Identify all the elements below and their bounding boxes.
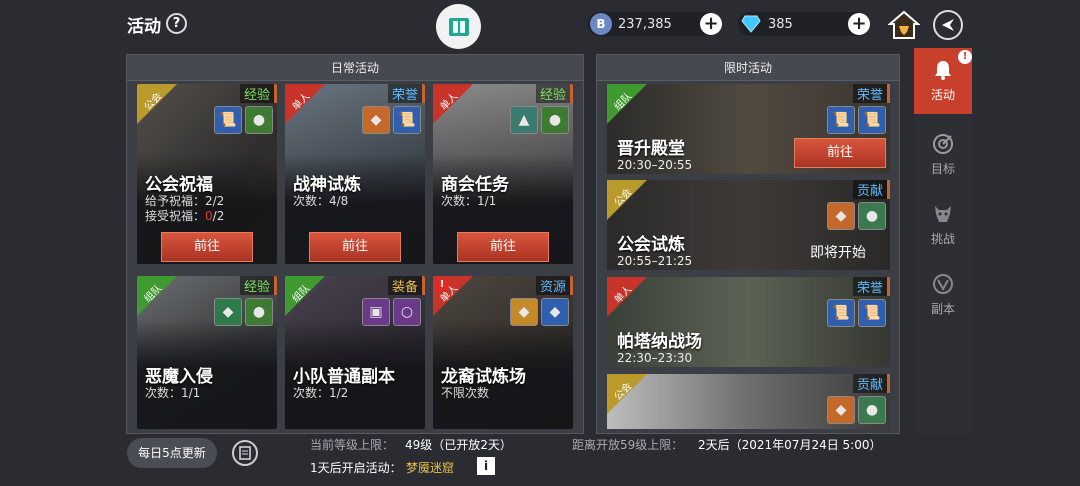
- reward-type: 装备: [387, 276, 425, 295]
- reward-type: 贡献: [852, 374, 890, 393]
- scroll-icon: 📜: [858, 106, 886, 134]
- silver-amount: 237,385: [618, 16, 672, 32]
- gold-ore-icon: ◆: [510, 298, 538, 326]
- back-arrow-icon[interactable]: [933, 10, 963, 40]
- reward-type: 经验: [535, 84, 573, 103]
- reward-type: 经验: [239, 84, 277, 103]
- go-button[interactable]: 前往: [794, 138, 886, 168]
- reward-type: 贡献: [852, 180, 890, 199]
- bell-icon: [931, 58, 955, 82]
- limited-panel-title: 限时活动: [597, 55, 899, 81]
- potion-icon: ●: [858, 396, 886, 424]
- activity-card-dragon-trial[interactable]: 单人 ! 资源 ◆ ◆ 龙裔试炼场 不限次数: [433, 276, 573, 429]
- activity-card-war-god-trial[interactable]: 单人 荣誉 ◆ 📜 战神试炼 次数：4/8 前往: [285, 84, 425, 264]
- scroll-icon: 📜: [393, 106, 421, 134]
- activity-time: 20:55–21:25: [617, 254, 693, 268]
- reward-type: 经验: [239, 276, 277, 295]
- upcoming-activity: 梦魇迷窟: [406, 461, 455, 475]
- side-nav: 活动 ! 目标 挑战 副本: [914, 48, 972, 434]
- limited-card-promotion-hall[interactable]: 组队 荣誉 📜 📜 晋升殿堂 20:30–20:55 前往: [607, 84, 890, 174]
- activity-card-squad-dungeon[interactable]: 组队 装备 ▣ ○ 小队普通副本 次数：1/2: [285, 276, 425, 429]
- next-cap-label: 距离开放59级上限：: [572, 438, 684, 452]
- scroll-icon: 📜: [827, 106, 855, 134]
- daily-activities-panel: 日常活动 公会 经验 📜 ● 公会祝福 给予祝福：2/2 接受祝福：0/2 前往…: [126, 54, 584, 434]
- book-icon[interactable]: [436, 4, 481, 49]
- reward-type: 荣誉: [852, 277, 890, 296]
- page-title: 活动: [127, 17, 161, 37]
- coin-b-icon: B: [590, 13, 612, 35]
- daily-refresh-button[interactable]: 每日5点更新: [127, 438, 217, 468]
- reward-type: 荣誉: [852, 84, 890, 103]
- silver-pile-icon: ▲: [510, 106, 538, 134]
- green-orb-icon: ●: [541, 106, 569, 134]
- alert-badge: !: [958, 50, 972, 64]
- activity-count-2: 接受祝福：0/2: [145, 209, 225, 223]
- green-orb-icon: ●: [245, 298, 273, 326]
- armor-icon: ▣: [362, 298, 390, 326]
- activity-status: 即将开始: [810, 245, 866, 261]
- red-crystal-icon: ◆: [214, 298, 242, 326]
- go-button[interactable]: 前往: [161, 232, 253, 262]
- alert-badge: !: [435, 278, 449, 292]
- activity-card-guild-blessing[interactable]: 公会 经验 📜 ● 公会祝福 给予祝福：2/2 接受祝福：0/2 前往: [137, 84, 277, 264]
- sidenav-item-activities[interactable]: 活动 !: [914, 48, 972, 114]
- limited-card-patana-battlefield[interactable]: 单人 荣誉 📜 📜 帕塔纳战场 22:30–23:30: [607, 277, 890, 367]
- info-icon[interactable]: i: [477, 457, 495, 475]
- shield-icon: [931, 272, 955, 296]
- plus-icon[interactable]: +: [700, 13, 722, 35]
- activity-count: 次数：1/1: [441, 194, 497, 208]
- potion-icon: ●: [858, 202, 886, 230]
- go-button[interactable]: 前往: [309, 232, 401, 262]
- reward-type: 荣誉: [387, 84, 425, 103]
- scroll-icon: 📜: [214, 106, 242, 134]
- top-bar: 活动 ? B 237,385 + 385 +: [0, 0, 1080, 50]
- horn-icon: ◆: [827, 396, 855, 424]
- question-icon[interactable]: ?: [166, 13, 187, 34]
- activity-count: 次数：1/1: [145, 386, 201, 400]
- home-icon[interactable]: [887, 10, 921, 40]
- activity-name: 公会试炼: [617, 235, 685, 255]
- notepad-icon[interactable]: [232, 440, 258, 466]
- diamond-currency: 385 +: [738, 12, 870, 36]
- activity-count: 次数：1/2: [293, 386, 349, 400]
- activity-name: 帕塔纳战场: [617, 332, 702, 352]
- reward-type: 资源: [535, 276, 573, 295]
- silver-currency: B 237,385 +: [588, 12, 722, 36]
- activity-card-demon-invasion[interactable]: 组队 经验 ◆ ● 恶魔入侵 次数：1/1: [137, 276, 277, 429]
- sidenav-item-dungeon[interactable]: 副本: [914, 262, 972, 328]
- diamond-icon: [740, 13, 762, 35]
- green-orb-icon: ●: [245, 106, 273, 134]
- daily-panel-title: 日常活动: [127, 55, 583, 81]
- level-cap-value: 49级（已开放2天）: [405, 438, 512, 452]
- limited-card-guild-trial[interactable]: 公会 贡献 ◆ ● 公会试炼 20:55–21:25 即将开始: [607, 180, 890, 270]
- activity-card-merchant-quest[interactable]: 单人 经验 ▲ ● 商会任务 次数：1/1 前往: [433, 84, 573, 264]
- gem-icon: ◆: [362, 106, 390, 134]
- target-icon: [931, 132, 955, 156]
- ring-icon: ○: [393, 298, 421, 326]
- activity-count: 次数：4/8: [293, 194, 349, 208]
- blue-crystal-icon: ◆: [541, 298, 569, 326]
- sidenav-item-goals[interactable]: 目标: [914, 122, 972, 188]
- level-cap-label: 当前等级上限：: [310, 438, 395, 452]
- diamond-amount: 385: [768, 16, 793, 32]
- next-cap-value: 2天后（2021年07月24日 5:00）: [698, 438, 882, 452]
- limited-card-guild[interactable]: 公会 贡献 ◆ ●: [607, 374, 890, 429]
- scroll-icon: 📜: [827, 299, 855, 327]
- horn-icon: ◆: [827, 202, 855, 230]
- sidenav-item-challenge[interactable]: 挑战: [914, 192, 972, 258]
- scroll-icon: 📜: [858, 299, 886, 327]
- activity-time: 20:30–20:55: [617, 158, 693, 172]
- activity-time: 22:30–23:30: [617, 351, 693, 365]
- demon-icon: [931, 202, 955, 226]
- activity-count: 不限次数: [441, 386, 490, 400]
- upcoming-label: 1天后开启活动：: [310, 461, 402, 475]
- plus-icon[interactable]: +: [848, 13, 870, 35]
- limited-activities-panel: 限时活动 组队 荣誉 📜 📜 晋升殿堂 20:30–20:55 前往 公会 贡献…: [596, 54, 900, 434]
- go-button[interactable]: 前往: [457, 232, 549, 262]
- activity-name: 晋升殿堂: [617, 139, 685, 159]
